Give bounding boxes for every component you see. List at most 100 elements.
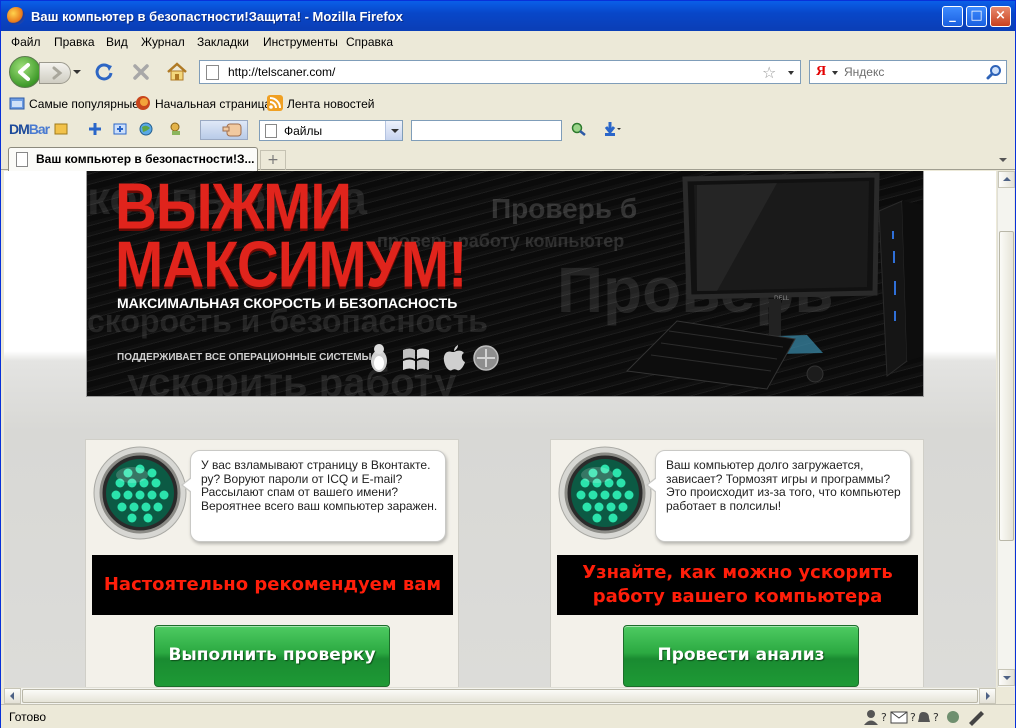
dmbar-search-input[interactable] xyxy=(411,120,562,141)
bookmarks-toolbar: Самые популярные Начальная страница Лент… xyxy=(1,91,1015,115)
navigation-toolbar: http://telscaner.com/ ☆ Я Яндекс xyxy=(1,53,1015,91)
dmbar-search-icon[interactable] xyxy=(570,121,588,137)
bookmark-start-page[interactable]: Начальная страница xyxy=(135,95,271,113)
menu-view[interactable]: Вид xyxy=(106,35,128,49)
svg-text:?: ? xyxy=(910,711,916,724)
card-call-to-action: Узнайте, как можно ускорить работу вашег… xyxy=(557,555,918,615)
generic-os-icon xyxy=(473,345,499,371)
back-button[interactable] xyxy=(9,56,41,88)
status-icons[interactable]: ? ? ? xyxy=(863,708,993,726)
status-text: Готово xyxy=(9,710,47,724)
dmbar-logo[interactable]: DMBar xyxy=(9,121,50,137)
leaf-icon xyxy=(947,711,959,723)
run-check-button[interactable]: Выполнить проверку xyxy=(154,625,390,687)
bookmark-label: Лента новостей xyxy=(287,97,375,111)
menu-help[interactable]: Справка xyxy=(346,35,393,49)
bookmark-label: Начальная страница xyxy=(155,97,272,111)
url-text[interactable]: http://telscaner.com/ xyxy=(228,65,335,79)
mail-icon xyxy=(890,711,908,724)
vertical-scrollbar[interactable] xyxy=(997,171,1015,687)
menu-history[interactable]: Журнал xyxy=(141,35,185,49)
maximize-button[interactable]: □ xyxy=(966,6,987,27)
card-call-to-action: Настоятельно рекомендуем вам xyxy=(92,555,453,615)
download-icon[interactable] xyxy=(603,121,621,137)
add-window-icon[interactable] xyxy=(111,121,129,137)
new-tab-button[interactable]: + xyxy=(260,150,286,170)
page-content: компьютера Проверь б проверь работу комп… xyxy=(4,171,996,687)
scroll-left-button[interactable] xyxy=(4,688,21,704)
dmbar-logo-bar: Bar xyxy=(28,121,50,137)
url-bar[interactable]: http://telscaner.com/ ☆ xyxy=(199,60,801,84)
forward-arrow-icon xyxy=(52,66,63,80)
folder-icon xyxy=(9,97,25,110)
speech-bubble: Ваш компьютер долго загружается, зависае… xyxy=(646,450,911,542)
history-dropdown[interactable] xyxy=(73,70,81,74)
reload-icon[interactable] xyxy=(93,61,115,83)
firefox-icon xyxy=(7,7,25,25)
speech-bubble: У вас взламывают страницу в Вконтакте. р… xyxy=(181,450,446,542)
tab-list-dropdown[interactable] xyxy=(995,150,1011,168)
back-arrow-icon xyxy=(18,63,30,81)
page-icon xyxy=(206,65,219,80)
yandex-icon[interactable]: Я xyxy=(816,64,826,80)
scroll-down-button[interactable] xyxy=(998,669,1015,686)
dmbar-hand-button[interactable] xyxy=(200,120,248,140)
info-card-hacked: У вас взламывают страницу в Вконтакте. р… xyxy=(85,439,459,687)
select-value: Файлы xyxy=(284,124,323,138)
card-text: У вас взламывают страницу в Вконтакте. р… xyxy=(201,458,438,513)
user-icon xyxy=(864,710,878,725)
page-icon xyxy=(16,152,28,167)
banner-subtitle: МАКСИМАЛЬНАЯ СКОРОСТЬ И БЕЗОПАСНОСТЬ xyxy=(117,295,458,311)
scroll-thumb[interactable] xyxy=(22,689,978,703)
forward-button[interactable] xyxy=(39,62,71,84)
menu-tools[interactable]: Инструменты xyxy=(263,35,338,49)
windows-logo-icon xyxy=(403,348,429,370)
tab-active[interactable]: Ваш компьютер в безопастности!З... xyxy=(8,147,258,171)
dmbar-category-select[interactable]: Файлы xyxy=(259,120,403,141)
firefox-icon xyxy=(136,96,150,110)
search-magnifier-icon[interactable] xyxy=(986,64,1002,80)
info-card-slow: Ваш компьютер долго загружается, зависае… xyxy=(550,439,924,687)
run-analysis-button[interactable]: Провести анализ xyxy=(623,625,859,687)
globe-icon[interactable] xyxy=(138,121,156,137)
scroll-thumb[interactable] xyxy=(999,231,1014,541)
home-icon[interactable] xyxy=(166,61,188,83)
add-icon[interactable] xyxy=(86,121,104,137)
promo-banner: компьютера Проверь б проверь работу комп… xyxy=(86,171,924,397)
browser-window: Ваш компьютер в безопастности!Защита! - … xyxy=(0,0,1016,728)
svg-text:?: ? xyxy=(881,711,887,724)
rss-icon xyxy=(267,95,283,111)
url-dropdown-icon[interactable] xyxy=(788,71,794,75)
svg-text:?: ? xyxy=(933,711,939,724)
dmbar-menu-icon[interactable] xyxy=(53,121,71,137)
stop-icon[interactable] xyxy=(130,61,152,83)
dmbar-toolbar: DMBar Файлы xyxy=(1,115,1015,143)
card-text: Ваш компьютер долго загружается, зависае… xyxy=(666,458,901,513)
bookmark-star-icon[interactable]: ☆ xyxy=(762,63,776,82)
search-bar[interactable]: Я Яндекс xyxy=(809,60,1007,84)
horizontal-scrollbar[interactable] xyxy=(4,687,996,704)
banner-headline-2: МАКСИМУМ! xyxy=(115,228,467,302)
title-bar: Ваш компьютер в безопастности!Защита! - … xyxy=(1,1,1015,31)
tab-strip: Ваш компьютер в безопастности!З... + xyxy=(1,143,1015,171)
scroll-up-button[interactable] xyxy=(998,171,1015,188)
menu-bookmarks[interactable]: Закладки xyxy=(197,35,249,49)
bookmark-news-feed[interactable]: Лента новостей xyxy=(267,95,377,113)
tools-icon[interactable] xyxy=(168,121,186,137)
os-icons xyxy=(371,344,499,372)
menu-file[interactable]: Файл xyxy=(11,35,41,49)
menu-edit[interactable]: Правка xyxy=(54,35,95,49)
bookmark-most-visited[interactable]: Самые популярные xyxy=(9,95,139,113)
scroll-right-button[interactable] xyxy=(979,688,996,704)
dmbar-logo-dm: DM xyxy=(9,121,30,137)
security-light-icon xyxy=(558,446,652,540)
close-button[interactable]: × xyxy=(990,6,1011,27)
chevron-down-icon[interactable] xyxy=(385,121,402,140)
document-icon xyxy=(265,124,277,138)
status-bar: Готово ? ? ? xyxy=(1,704,1015,728)
engine-dropdown-icon[interactable] xyxy=(832,71,838,75)
linux-tux-icon xyxy=(371,344,387,372)
minimize-button[interactable]: _ xyxy=(942,6,963,27)
bookmark-label: Самые популярные xyxy=(29,97,139,111)
search-placeholder[interactable]: Яндекс xyxy=(844,65,884,79)
